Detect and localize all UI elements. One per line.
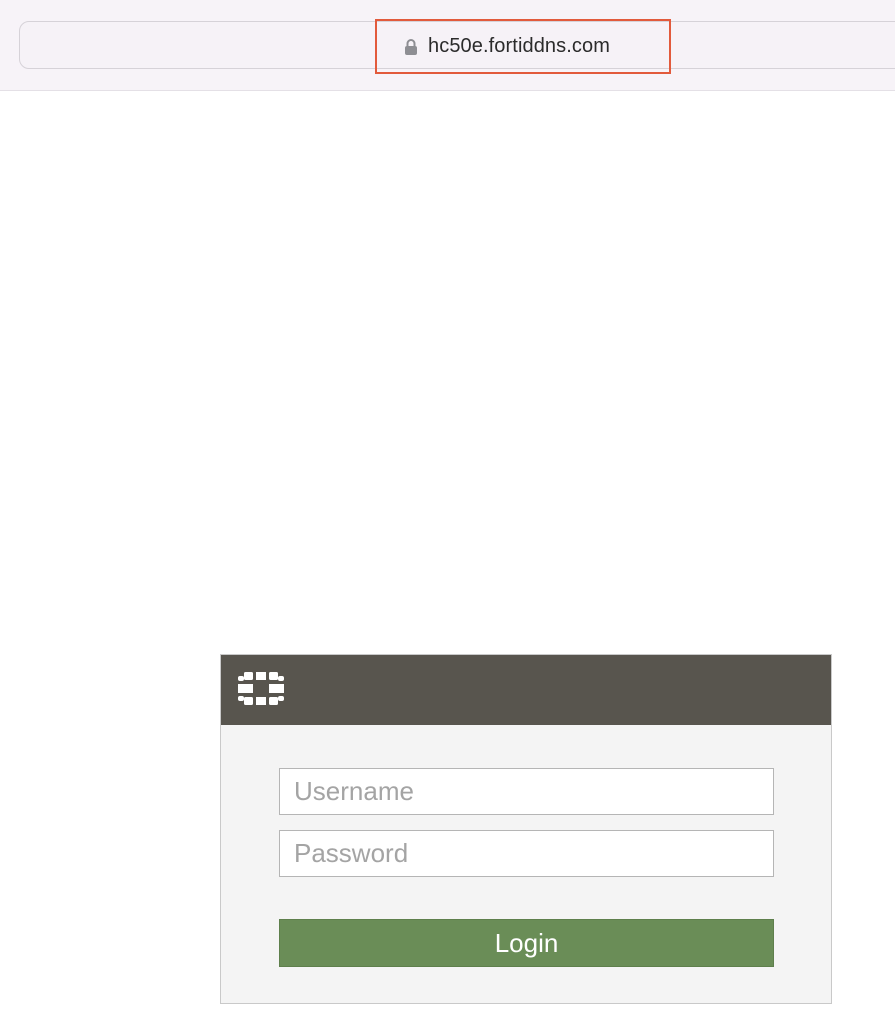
url-text: hc50e.fortiddns.com	[428, 35, 610, 57]
login-form: Login	[279, 768, 774, 967]
lock-icon	[404, 38, 418, 56]
login-header	[221, 655, 831, 725]
fortinet-logo-icon	[238, 672, 284, 706]
password-field[interactable]	[279, 830, 774, 877]
username-field[interactable]	[279, 768, 774, 815]
login-panel: Login	[220, 654, 832, 1004]
browser-toolbar: hc50e.fortiddns.com	[0, 0, 895, 91]
login-button[interactable]: Login	[279, 919, 774, 967]
url-highlight-box[interactable]: hc50e.fortiddns.com	[375, 19, 671, 74]
